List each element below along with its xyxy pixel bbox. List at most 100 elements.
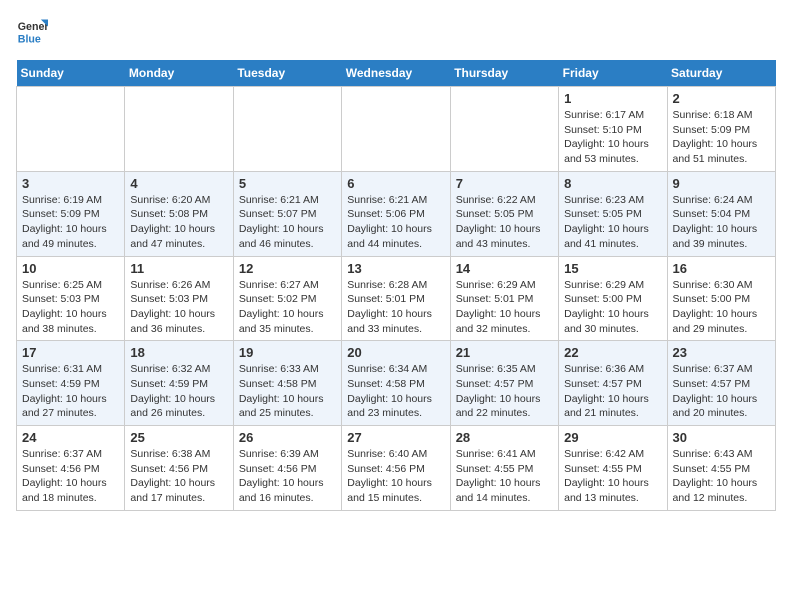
- day-info: Sunrise: 6:40 AM Sunset: 4:56 PM Dayligh…: [347, 447, 444, 506]
- calendar-cell: 10 Sunrise: 6:25 AM Sunset: 5:03 PM Dayli…: [17, 256, 125, 341]
- calendar-cell: 14Sunrise: 6:29 AM Sunset: 5:01 PM Dayli…: [450, 256, 558, 341]
- day-info: Sunrise: 6:20 AM Sunset: 5:08 PM Dayligh…: [130, 193, 227, 252]
- day-number: 18: [130, 345, 227, 360]
- day-number: 4: [130, 176, 227, 191]
- day-number: 7: [456, 176, 553, 191]
- day-number: 9: [673, 176, 770, 191]
- day-number: 15: [564, 261, 661, 276]
- calendar-cell: 15 Sunrise: 6:29 AM Sunset: 5:00 PM Dayli…: [559, 256, 667, 341]
- calendar-week-row: 24Sunrise: 6:37 AM Sunset: 4:56 PM Dayli…: [17, 426, 776, 511]
- day-number: 12: [239, 261, 336, 276]
- calendar-cell: 22 Sunrise: 6:36 AM Sunset: 4:57 PM Dayli…: [559, 341, 667, 426]
- day-number: 6: [347, 176, 444, 191]
- day-info: Sunrise: 6:38 AM Sunset: 4:56 PM Dayligh…: [130, 447, 227, 506]
- day-number: 23: [673, 345, 770, 360]
- day-info: Sunrise: 6:29 AM Sunset: 5:00 PM Dayligh…: [564, 278, 661, 337]
- day-info: Sunrise: 6:18 AM Sunset: 5:09 PM Dayligh…: [673, 108, 770, 167]
- weekday-header: Thursday: [450, 60, 558, 87]
- calendar-cell: 16 Sunrise: 6:30 AM Sunset: 5:00 PM Dayli…: [667, 256, 775, 341]
- day-info: Sunrise: 6:22 AM Sunset: 5:05 PM Dayligh…: [456, 193, 553, 252]
- day-info: Sunrise: 6:39 AM Sunset: 4:56 PM Dayligh…: [239, 447, 336, 506]
- day-number: 24: [22, 430, 119, 445]
- day-number: 30: [673, 430, 770, 445]
- day-info: Sunrise: 6:35 AM Sunset: 4:57 PM Dayligh…: [456, 362, 553, 421]
- calendar-cell: 12 Sunrise: 6:27 AM Sunset: 5:02 PM Dayli…: [233, 256, 341, 341]
- weekday-header: Friday: [559, 60, 667, 87]
- day-number: 19: [239, 345, 336, 360]
- day-number: 26: [239, 430, 336, 445]
- day-info: Sunrise: 6:21 AM Sunset: 5:07 PM Dayligh…: [239, 193, 336, 252]
- day-number: 10: [22, 261, 119, 276]
- day-info: Sunrise: 6:23 AM Sunset: 5:05 PM Dayligh…: [564, 193, 661, 252]
- weekday-header: Wednesday: [342, 60, 450, 87]
- day-info: Sunrise: 6:28 AM Sunset: 5:01 PM Dayligh…: [347, 278, 444, 337]
- day-info: Sunrise: 6:36 AM Sunset: 4:57 PM Dayligh…: [564, 362, 661, 421]
- calendar-cell: 25 Sunrise: 6:38 AM Sunset: 4:56 PM Dayli…: [125, 426, 233, 511]
- calendar-cell: 7 Sunrise: 6:22 AM Sunset: 5:05 PM Daylig…: [450, 171, 558, 256]
- day-info: Sunrise: 6:26 AM Sunset: 5:03 PM Dayligh…: [130, 278, 227, 337]
- day-info: Sunrise: 6:32 AM Sunset: 4:59 PM Dayligh…: [130, 362, 227, 421]
- svg-text:Blue: Blue: [18, 34, 41, 46]
- calendar-cell: [125, 87, 233, 172]
- weekday-header: Saturday: [667, 60, 775, 87]
- calendar-header: SundayMondayTuesdayWednesdayThursdayFrid…: [17, 60, 776, 87]
- calendar-week-row: 1 Sunrise: 6:17 AM Sunset: 5:10 PM Daylig…: [17, 87, 776, 172]
- day-info: Sunrise: 6:24 AM Sunset: 5:04 PM Dayligh…: [673, 193, 770, 252]
- day-number: 27: [347, 430, 444, 445]
- calendar-cell: [233, 87, 341, 172]
- calendar-cell: 29Sunrise: 6:42 AM Sunset: 4:55 PM Dayli…: [559, 426, 667, 511]
- logo-icon: General Blue: [16, 16, 48, 48]
- day-number: 21: [456, 345, 553, 360]
- calendar-cell: 2 Sunrise: 6:18 AM Sunset: 5:09 PM Daylig…: [667, 87, 775, 172]
- svg-text:General: General: [18, 21, 48, 33]
- calendar-cell: 30 Sunrise: 6:43 AM Sunset: 4:55 PM Dayli…: [667, 426, 775, 511]
- calendar-cell: 1 Sunrise: 6:17 AM Sunset: 5:10 PM Daylig…: [559, 87, 667, 172]
- day-info: Sunrise: 6:34 AM Sunset: 4:58 PM Dayligh…: [347, 362, 444, 421]
- day-number: 3: [22, 176, 119, 191]
- calendar-table: SundayMondayTuesdayWednesdayThursdayFrid…: [16, 60, 776, 511]
- calendar-cell: [17, 87, 125, 172]
- day-info: Sunrise: 6:37 AM Sunset: 4:57 PM Dayligh…: [673, 362, 770, 421]
- day-info: Sunrise: 6:41 AM Sunset: 4:55 PM Dayligh…: [456, 447, 553, 506]
- day-number: 29: [564, 430, 661, 445]
- logo: General Blue: [16, 16, 52, 48]
- calendar-cell: 6 Sunrise: 6:21 AM Sunset: 5:06 PM Daylig…: [342, 171, 450, 256]
- day-info: Sunrise: 6:33 AM Sunset: 4:58 PM Dayligh…: [239, 362, 336, 421]
- day-info: Sunrise: 6:31 AM Sunset: 4:59 PM Dayligh…: [22, 362, 119, 421]
- calendar-cell: 17 Sunrise: 6:31 AM Sunset: 4:59 PM Dayli…: [17, 341, 125, 426]
- calendar-cell: 5 Sunrise: 6:21 AM Sunset: 5:07 PM Daylig…: [233, 171, 341, 256]
- day-number: 8: [564, 176, 661, 191]
- calendar-cell: 23 Sunrise: 6:37 AM Sunset: 4:57 PM Dayli…: [667, 341, 775, 426]
- calendar-cell: 9 Sunrise: 6:24 AM Sunset: 5:04 PM Daylig…: [667, 171, 775, 256]
- day-info: Sunrise: 6:21 AM Sunset: 5:06 PM Dayligh…: [347, 193, 444, 252]
- day-info: Sunrise: 6:30 AM Sunset: 5:00 PM Dayligh…: [673, 278, 770, 337]
- day-number: 16: [673, 261, 770, 276]
- day-info: Sunrise: 6:27 AM Sunset: 5:02 PM Dayligh…: [239, 278, 336, 337]
- day-number: 5: [239, 176, 336, 191]
- calendar-cell: 13Sunrise: 6:28 AM Sunset: 5:01 PM Dayli…: [342, 256, 450, 341]
- day-info: Sunrise: 6:25 AM Sunset: 5:03 PM Dayligh…: [22, 278, 119, 337]
- calendar-cell: 28 Sunrise: 6:41 AM Sunset: 4:55 PM Dayli…: [450, 426, 558, 511]
- calendar-cell: 24Sunrise: 6:37 AM Sunset: 4:56 PM Dayli…: [17, 426, 125, 511]
- day-number: 20: [347, 345, 444, 360]
- day-number: 22: [564, 345, 661, 360]
- day-info: Sunrise: 6:19 AM Sunset: 5:09 PM Dayligh…: [22, 193, 119, 252]
- day-number: 25: [130, 430, 227, 445]
- calendar-week-row: 17 Sunrise: 6:31 AM Sunset: 4:59 PM Dayli…: [17, 341, 776, 426]
- weekday-header: Monday: [125, 60, 233, 87]
- calendar-week-row: 10 Sunrise: 6:25 AM Sunset: 5:03 PM Dayli…: [17, 256, 776, 341]
- calendar-cell: [342, 87, 450, 172]
- weekday-header: Tuesday: [233, 60, 341, 87]
- day-number: 2: [673, 91, 770, 106]
- day-info: Sunrise: 6:43 AM Sunset: 4:55 PM Dayligh…: [673, 447, 770, 506]
- calendar-cell: 18 Sunrise: 6:32 AM Sunset: 4:59 PM Dayli…: [125, 341, 233, 426]
- day-number: 1: [564, 91, 661, 106]
- day-number: 28: [456, 430, 553, 445]
- day-info: Sunrise: 6:17 AM Sunset: 5:10 PM Dayligh…: [564, 108, 661, 167]
- day-number: 11: [130, 261, 227, 276]
- calendar-cell: 4 Sunrise: 6:20 AM Sunset: 5:08 PM Daylig…: [125, 171, 233, 256]
- day-info: Sunrise: 6:29 AM Sunset: 5:01 PM Dayligh…: [456, 278, 553, 337]
- calendar-cell: [450, 87, 558, 172]
- calendar-cell: 8 Sunrise: 6:23 AM Sunset: 5:05 PM Daylig…: [559, 171, 667, 256]
- day-number: 17: [22, 345, 119, 360]
